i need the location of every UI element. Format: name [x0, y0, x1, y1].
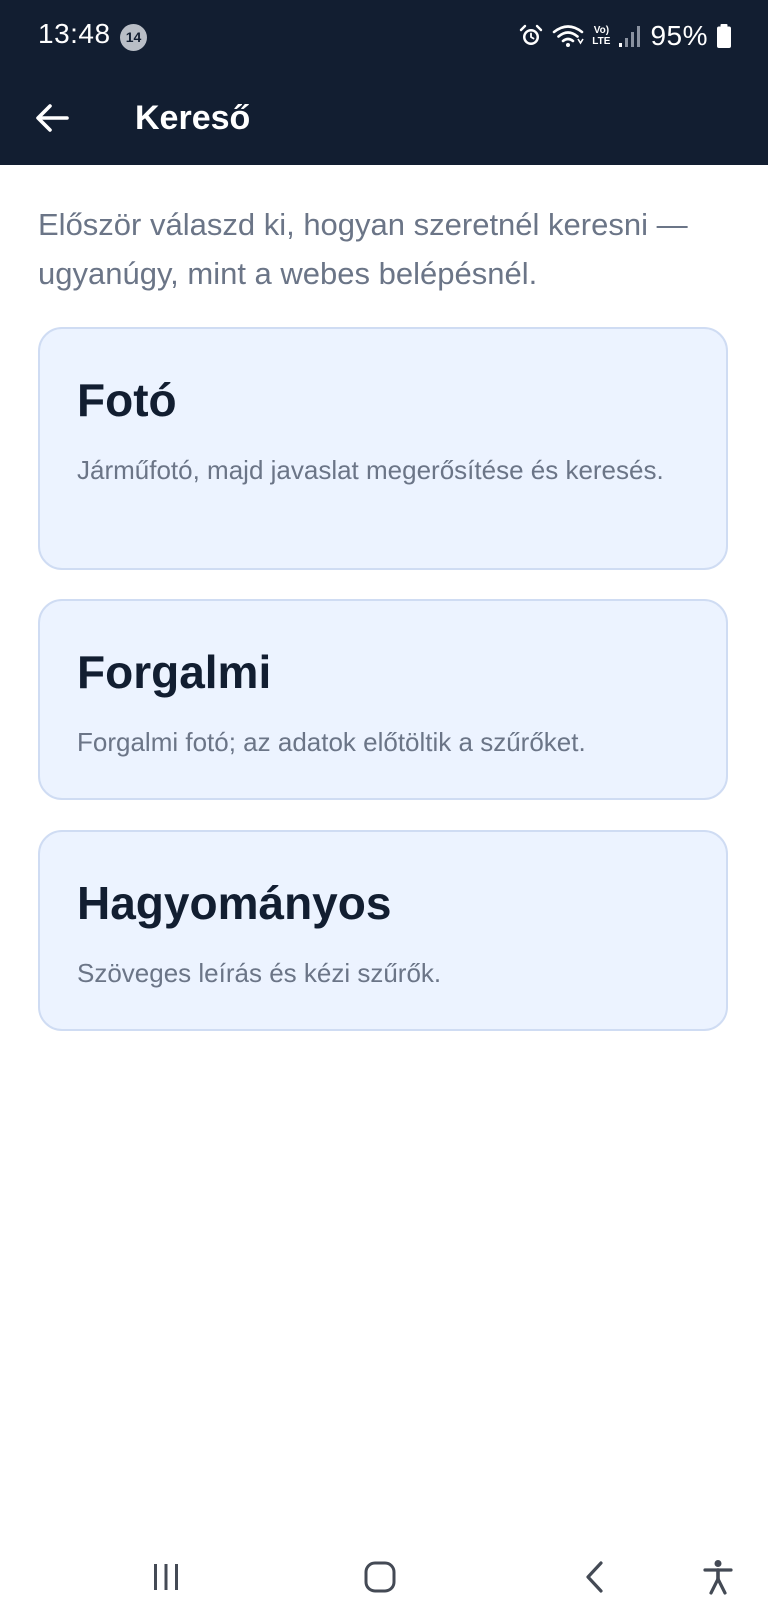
- option-description: Forgalmi fotó; az adatok előtöltik a szű…: [77, 727, 586, 757]
- option-description: Szöveges leírás és kézi szűrők.: [77, 958, 442, 988]
- wifi-icon: [552, 23, 584, 49]
- status-time: 13:48: [38, 18, 111, 49]
- status-icons: Vo) LTE 95%: [518, 20, 732, 52]
- volte-label: Vo): [593, 25, 610, 36]
- accessibility-icon: [703, 1560, 733, 1595]
- battery-icon: [716, 23, 732, 49]
- option-card-forgalmi[interactable]: Forgalmi Forgalmi fotó; az adatok előtöl…: [38, 599, 728, 800]
- alarm-icon: [518, 23, 544, 49]
- arrow-left-icon: [36, 104, 69, 132]
- recents-icon: [154, 1564, 178, 1590]
- system-back-button[interactable]: [565, 1552, 625, 1602]
- page-title: Kereső: [135, 99, 251, 137]
- header: 13:48 14 Vo) LTE 95% Kereső: [0, 0, 768, 165]
- recents-button[interactable]: [136, 1552, 196, 1602]
- home-icon: [364, 1561, 396, 1593]
- system-nav-bar: [0, 1540, 768, 1621]
- option-description: Járműfotó, majd javaslat megerősítése és…: [77, 455, 664, 485]
- option-card-hagyomanyos[interactable]: Hagyományos Szöveges leírás és kézi szűr…: [38, 830, 728, 1031]
- option-card-foto[interactable]: Fotó Járműfotó, majd javaslat megerősíté…: [38, 327, 728, 570]
- chevron-left-icon: [586, 1561, 603, 1593]
- home-button[interactable]: [350, 1552, 410, 1602]
- notification-count-badge: 14: [120, 24, 147, 51]
- back-button[interactable]: [26, 92, 78, 144]
- option-title: Fotó: [77, 374, 177, 426]
- status-bar: 13:48 14 Vo) LTE 95%: [0, 0, 768, 72]
- option-title: Hagyományos: [77, 877, 392, 929]
- accessibility-button[interactable]: [688, 1552, 748, 1602]
- lte-label: LTE: [592, 36, 611, 47]
- intro-text: Először válaszd ki, hogyan szeretnél ker…: [38, 207, 688, 291]
- signal-icon: [618, 24, 642, 48]
- app-bar: Kereső: [0, 72, 768, 165]
- battery-percent: 95%: [650, 20, 708, 51]
- volte-lte-icon: Vo) LTE: [592, 25, 610, 47]
- option-title: Forgalmi: [77, 646, 272, 698]
- screen: 13:48 14 Vo) LTE 95% Kereső Először vála…: [0, 0, 768, 1621]
